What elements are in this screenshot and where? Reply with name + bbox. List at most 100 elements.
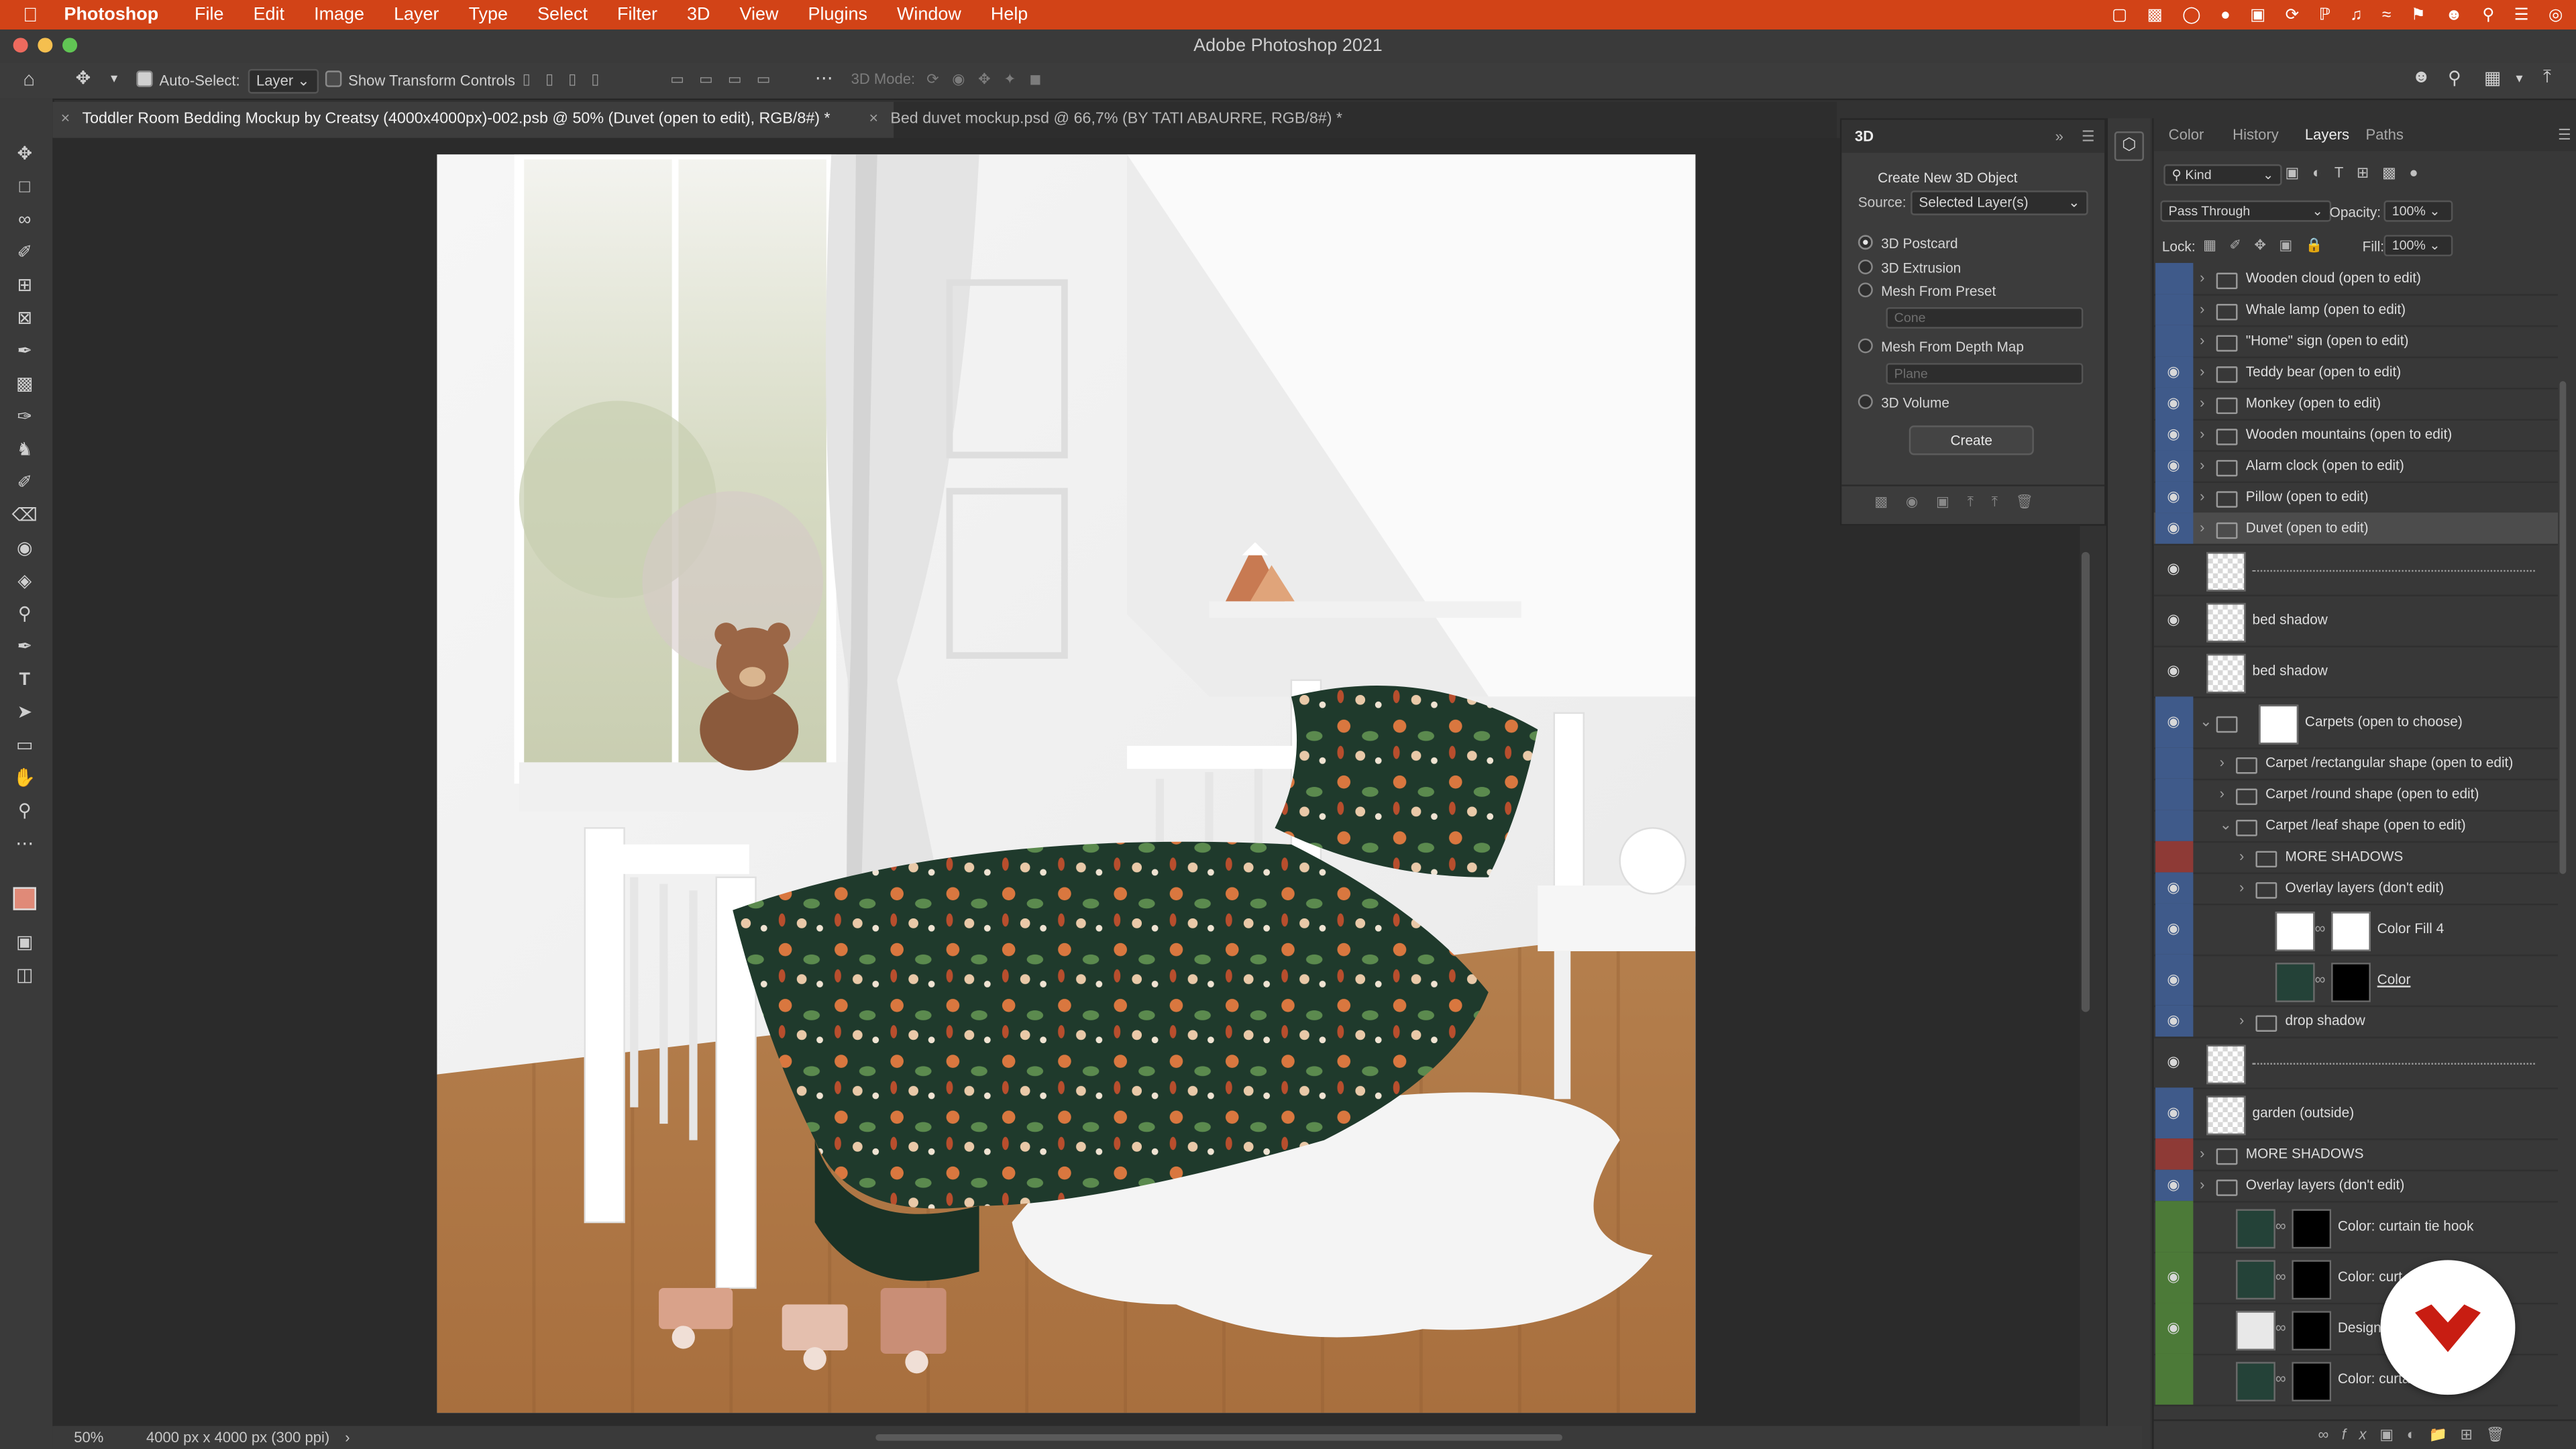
screen-mode-icon[interactable]: ◫ [11, 963, 38, 989]
visibility-eye-icon[interactable]: ◉ [2162, 362, 2185, 380]
menu-type[interactable]: Type [469, 5, 508, 24]
visibility-eye-icon[interactable]: ◉ [2162, 1103, 2185, 1121]
layer-mask-thumbnail[interactable] [2331, 961, 2371, 1002]
volume-icon[interactable]: ♫ [2350, 6, 2362, 24]
layers-scrollbar[interactable] [2559, 381, 2567, 874]
filter-kind-dropdown[interactable]: ⚲ Kind ⌄ [2163, 164, 2282, 186]
layer-row[interactable]: ◉ [2153, 1036, 2559, 1089]
auto-select-checkbox[interactable] [136, 70, 153, 87]
app-menu[interactable]: Photoshop [64, 5, 159, 24]
layer-row[interactable]: ∞ Color: curtain tie hook [2153, 1201, 2559, 1254]
zoom-level[interactable]: 50% [74, 1430, 103, 1446]
visibility-eye-icon[interactable]: ◉ [2162, 559, 2185, 578]
dodge-tool-icon[interactable]: ⚲ [11, 601, 38, 627]
menu-layer[interactable]: Layer [394, 5, 439, 24]
radio-3d-volume[interactable] [1858, 394, 1873, 409]
depth-dropdown[interactable]: Plane [1886, 363, 2084, 385]
app-s-icon[interactable]: ▣ [2250, 6, 2265, 24]
healing-brush-tool-icon[interactable]: ▩ [11, 371, 38, 397]
status-chevron-icon[interactable]: › [345, 1430, 350, 1446]
horizontal-scrollbar[interactable] [875, 1434, 1562, 1441]
move-tool-icon[interactable]: ✥ [11, 142, 38, 168]
eraser-tool-icon[interactable]: ⌫ [11, 502, 38, 529]
radio-depth-map[interactable] [1858, 338, 1873, 354]
chevron-right-icon[interactable]: › [2200, 487, 2204, 503]
marquee-tool-icon[interactable]: □ [11, 174, 38, 201]
layer-row[interactable]: ◉ bed shadow [2153, 645, 2559, 698]
close-tab-icon[interactable]: × [61, 102, 70, 138]
3d-panel-icon[interactable]: ⬡ [2114, 131, 2144, 162]
3d-panel-tab[interactable]: 3D [1855, 128, 1874, 144]
document-canvas[interactable] [437, 154, 1696, 1413]
clone-stamp-tool-icon[interactable]: ♞ [11, 437, 38, 463]
flag-icon[interactable]: ⚑ [2411, 6, 2426, 24]
layers-footer-icons[interactable]: ∞fx▣◐📁⊞🗑 [2318, 1426, 2518, 1444]
option-3d-postcard[interactable]: 3D Postcard [1858, 235, 1958, 252]
visibility-eye-icon[interactable]: ◉ [2162, 1053, 2185, 1071]
radio-3d-postcard[interactable] [1858, 235, 1873, 250]
menu-file[interactable]: File [195, 5, 223, 24]
path-select-tool-icon[interactable]: ➤ [11, 700, 38, 726]
opacity-field[interactable]: 100% ⌄ [2383, 200, 2453, 222]
filter-type-icons[interactable]: ▣◐T⊞▩● [2286, 164, 2432, 182]
layer-row[interactable]: ◉ › drop shadow [2153, 1005, 2559, 1038]
panel-menu-icon[interactable]: ☰ [2082, 128, 2095, 146]
search-tool-icon[interactable]: ⚲ [2448, 67, 2461, 89]
visibility-eye-icon[interactable]: ◉ [2162, 1011, 2185, 1029]
auto-select-dropdown[interactable]: Layer ⌄ [248, 68, 319, 94]
3d-panel-footer-icons[interactable]: ▩◉▣⤒⤒🗑 [1874, 493, 2051, 511]
fill-field[interactable]: 100% ⌄ [2383, 235, 2453, 257]
tool-preset-chevron-icon[interactable]: ▼ [109, 74, 120, 85]
layers-menu-icon[interactable]: ☰ [2558, 127, 2571, 145]
collapse-panel-icon[interactable]: » [2055, 128, 2063, 144]
chevron-right-icon[interactable]: › [2200, 1175, 2204, 1191]
layer-row[interactable]: ◉ garden (outside) [2153, 1087, 2559, 1140]
notification-icon[interactable]: ● [2220, 6, 2231, 24]
chevron-down-icon[interactable]: ⌄ [2220, 816, 2232, 834]
visibility-eye-icon[interactable]: ◉ [2162, 1175, 2185, 1193]
chevron-right-icon[interactable]: › [2200, 331, 2204, 347]
share-user-icon[interactable]: ☻ [2412, 67, 2430, 87]
layer-row[interactable]: ◉ › Pillow (open to edit) [2153, 481, 2559, 515]
visibility-eye-icon[interactable]: ◉ [2162, 661, 2185, 680]
wifi-icon[interactable]: ≈ [2382, 6, 2391, 24]
layer-mask-thumbnail[interactable] [2292, 1259, 2332, 1299]
layer-row[interactable]: › Wooden cloud (open to edit) [2153, 262, 2559, 296]
layer-row[interactable]: ◉ › Alarm clock (open to edit) [2153, 450, 2559, 484]
visibility-eye-icon[interactable]: ◉ [2162, 394, 2185, 412]
visibility-eye-icon[interactable]: ◉ [2162, 878, 2185, 896]
display-icon[interactable]: ▩ [2147, 6, 2163, 24]
type-tool-icon[interactable]: T [11, 667, 38, 693]
option-3d-extrusion[interactable]: 3D Extrusion [1858, 259, 1961, 276]
visibility-eye-icon[interactable]: ◉ [2162, 519, 2185, 537]
tab-toddler-room[interactable]: × Toddler Room Bedding Mockup by Creatsy… [52, 101, 894, 138]
radio-3d-extrusion[interactable] [1858, 259, 1873, 274]
eyedropper-tool-icon[interactable]: ✒ [11, 338, 38, 364]
layer-row[interactable]: ◉ › Overlay layers (don't edit) [2153, 1169, 2559, 1203]
hand-tool-icon[interactable]: ✋ [11, 765, 38, 792]
tab-bed-duvet[interactable]: × Bed duvet mockup.psd @ 66,7% (BY TATI … [861, 102, 1396, 138]
layer-row[interactable]: ◉ bed shadow [2153, 595, 2559, 647]
menu-view[interactable]: View [740, 5, 779, 24]
distribute-icons[interactable]: ▭▭▭▭ [670, 70, 785, 89]
user-icon[interactable]: ☻ [2445, 6, 2463, 24]
pen-tool-icon[interactable]: ✒ [11, 634, 38, 660]
screen-mirror-icon[interactable]: ▢ [2112, 6, 2127, 24]
chevron-right-icon[interactable]: › [2200, 362, 2204, 378]
visibility-eye-icon[interactable]: ◉ [2162, 1267, 2185, 1285]
crop-tool-icon[interactable]: ⊞ [11, 273, 38, 299]
blend-mode-dropdown[interactable]: Pass Through ⌄ [2160, 200, 2332, 222]
option-3d-volume[interactable]: 3D Volume [1858, 394, 1949, 411]
link-icon[interactable]: ∞ [2275, 1369, 2286, 1385]
visibility-eye-icon[interactable]: ◉ [2162, 1318, 2185, 1336]
layer-row[interactable]: ◉ › Monkey (open to edit) [2153, 387, 2559, 421]
layer-row[interactable]: › Carpet /rectangular shape (open to edit… [2153, 747, 2559, 781]
radio-mesh-preset[interactable] [1858, 282, 1873, 298]
3d-mode-icons[interactable]: ⟳◉✥✦◼ [926, 70, 1055, 89]
chevron-right-icon[interactable]: › [2200, 425, 2204, 441]
layer-row[interactable]: ◉ ∞ Color Fill 4 [2153, 903, 2559, 957]
visibility-eye-icon[interactable]: ◉ [2162, 425, 2185, 443]
move-tool-icon[interactable]: ✥ [76, 67, 91, 89]
chevron-right-icon[interactable]: › [2239, 878, 2244, 894]
layer-mask-thumbnail[interactable] [2292, 1310, 2332, 1350]
